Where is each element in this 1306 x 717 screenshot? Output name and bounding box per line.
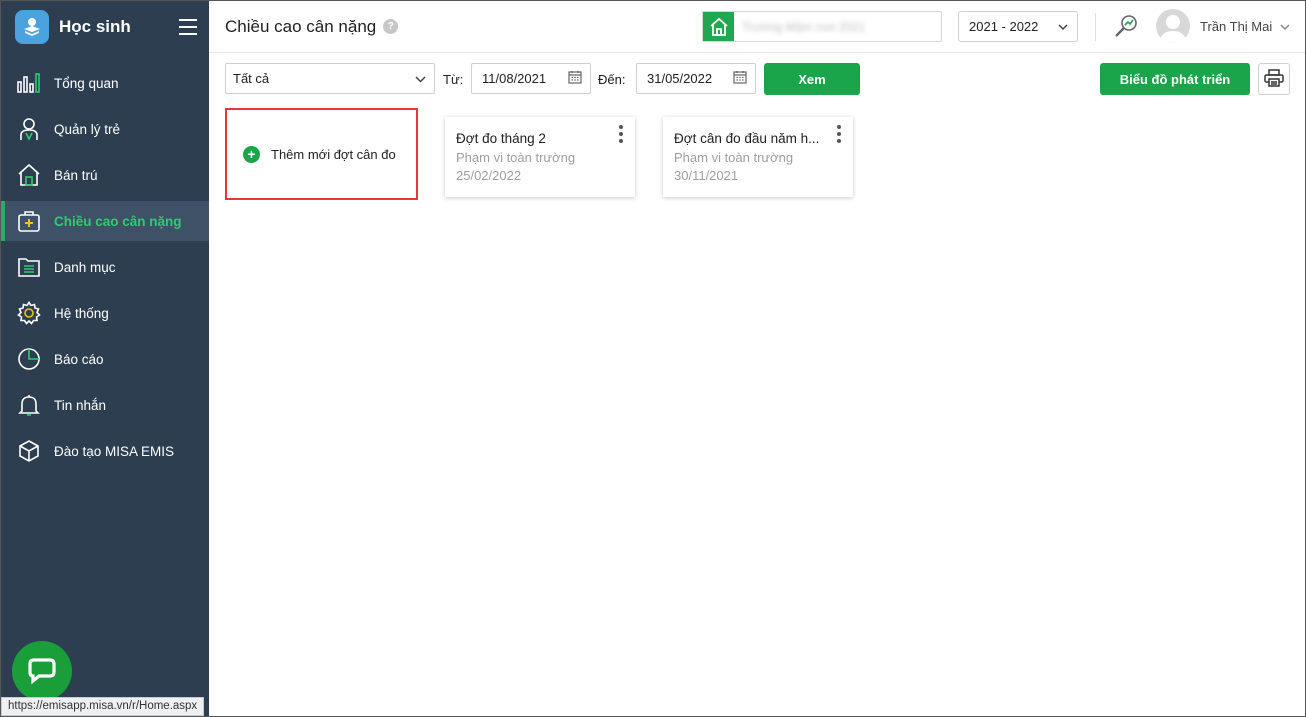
add-measurement-round-label: Thêm mới đợt cân đo [271, 146, 396, 162]
from-date-input[interactable]: 11/08/2021 [471, 63, 591, 94]
school-selector[interactable]: Trường Mầm non 2021 [702, 11, 942, 42]
sidebar-item-tong-quan[interactable]: Tổng quan [1, 63, 209, 103]
sidebar-item-tin-nhan[interactable]: Tin nhắn [1, 385, 209, 425]
sidebar-item-label: Đào tạo MISA EMIS [54, 443, 175, 459]
header-divider [1095, 13, 1096, 41]
chevron-down-icon [1058, 19, 1068, 34]
user-name: Trần Thị Mai [1200, 18, 1273, 34]
gear-icon [15, 299, 43, 327]
avatar [1156, 9, 1190, 43]
printer-icon [1264, 68, 1284, 90]
sidebar-item-chieu-cao-can-nang[interactable]: Chiều cao cân nặng [1, 201, 209, 241]
school-year-select[interactable]: 2021 - 2022 [958, 11, 1078, 42]
scope-select[interactable]: Tất cả [225, 63, 435, 94]
school-icon [703, 12, 734, 41]
chevron-down-icon [415, 71, 426, 86]
house-icon [15, 161, 43, 189]
app-logo-icon[interactable] [15, 10, 49, 44]
sidebar-item-dao-tao[interactable]: Đào tạo MISA EMIS [1, 431, 209, 471]
help-icon[interactable]: ? [383, 19, 399, 34]
school-name: Trường Mầm non 2021 [742, 19, 866, 34]
sidebar-item-quan-ly-tre[interactable]: Quản lý trẻ [1, 109, 209, 149]
scope-select-value: Tất cả [233, 71, 270, 86]
measurement-round-card[interactable]: Đợt cân đo đầu năm h... Phạm vi toàn trư… [663, 117, 853, 197]
menu-toggle-icon[interactable] [179, 19, 197, 35]
sidebar-item-label: Chiều cao cân nặng [54, 213, 182, 229]
sidebar-nav: Tổng quan Quản lý trẻ Bán trú Chiều cao … [1, 63, 209, 471]
sidebar-item-he-thong[interactable]: Hệ thống [1, 293, 209, 333]
school-year-value: 2021 - 2022 [969, 19, 1039, 34]
user-menu[interactable]: Trần Thị Mai [1156, 9, 1290, 43]
from-date-label: Từ: [443, 72, 464, 87]
more-options-icon[interactable] [833, 125, 845, 143]
chevron-down-icon [1280, 19, 1290, 34]
add-measurement-round-button[interactable]: + Thêm mới đợt cân đo [225, 108, 418, 200]
card-date: 30/11/2021 [674, 168, 739, 183]
calendar-icon[interactable] [733, 70, 747, 87]
sidebar-item-label: Bán trú [54, 167, 98, 183]
from-date-value: 11/08/2021 [482, 71, 547, 86]
filter-toolbar: Tất cả Từ: 11/08/2021 Đến: 31/05/2022 Xe… [209, 53, 1305, 105]
calendar-icon[interactable] [568, 70, 582, 87]
card-title: Đợt cân đo đầu năm h... [674, 131, 820, 146]
sidebar-item-bao-cao[interactable]: Báo cáo [1, 339, 209, 379]
to-date-value: 31/05/2022 [647, 71, 713, 86]
measurement-round-card[interactable]: Đợt đo tháng 2 Phạm vi toàn trường 25/02… [445, 117, 635, 197]
chat-bubble-icon [27, 655, 57, 688]
to-date-input[interactable]: 31/05/2022 [636, 63, 756, 94]
page-title: Chiều cao cân nặng [225, 16, 377, 36]
bell-icon [15, 391, 43, 419]
sidebar-item-label: Báo cáo [54, 351, 104, 367]
card-date: 25/02/2022 [456, 168, 522, 183]
header: Chiều cao cân nặng ? Trường Mầm non 2021… [209, 1, 1305, 53]
plus-circle-icon: + [243, 145, 260, 163]
growth-chart-button[interactable]: Biểu đồ phát triển [1100, 63, 1250, 95]
sidebar-item-label: Tổng quan [54, 75, 119, 91]
folder-list-icon [15, 253, 43, 281]
medical-kit-icon [15, 207, 43, 235]
app-title: Học sinh [59, 17, 131, 36]
sidebar-item-label: Tin nhắn [54, 397, 107, 413]
brand: Học sinh [1, 1, 209, 53]
card-title: Đợt đo tháng 2 [456, 131, 546, 146]
search-growth-icon[interactable] [1113, 13, 1139, 39]
student-icon [15, 115, 43, 143]
cube-icon [15, 437, 43, 465]
status-bar-url: https://emisapp.misa.vn/r/Home.aspx [1, 697, 205, 716]
card-scope: Phạm vi toàn trường [674, 150, 794, 165]
more-options-icon[interactable] [615, 125, 627, 143]
bar-chart-icon [15, 69, 43, 97]
sidebar-item-danh-muc[interactable]: Danh mục [1, 247, 209, 287]
card-scope: Phạm vi toàn trường [456, 150, 576, 165]
sidebar-item-label: Danh mục [54, 259, 116, 275]
sidebar-item-ban-tru[interactable]: Bán trú [1, 155, 209, 195]
to-date-label: Đến: [598, 72, 626, 87]
print-button[interactable] [1258, 63, 1290, 95]
pie-chart-icon [15, 345, 43, 373]
sidebar: Học sinh Tổng quan Quản lý trẻ Bán trú C… [1, 1, 209, 716]
sidebar-item-label: Hệ thống [54, 305, 109, 321]
sidebar-item-label: Quản lý trẻ [54, 121, 121, 137]
chat-button[interactable] [12, 641, 72, 701]
view-button[interactable]: Xem [764, 63, 860, 95]
